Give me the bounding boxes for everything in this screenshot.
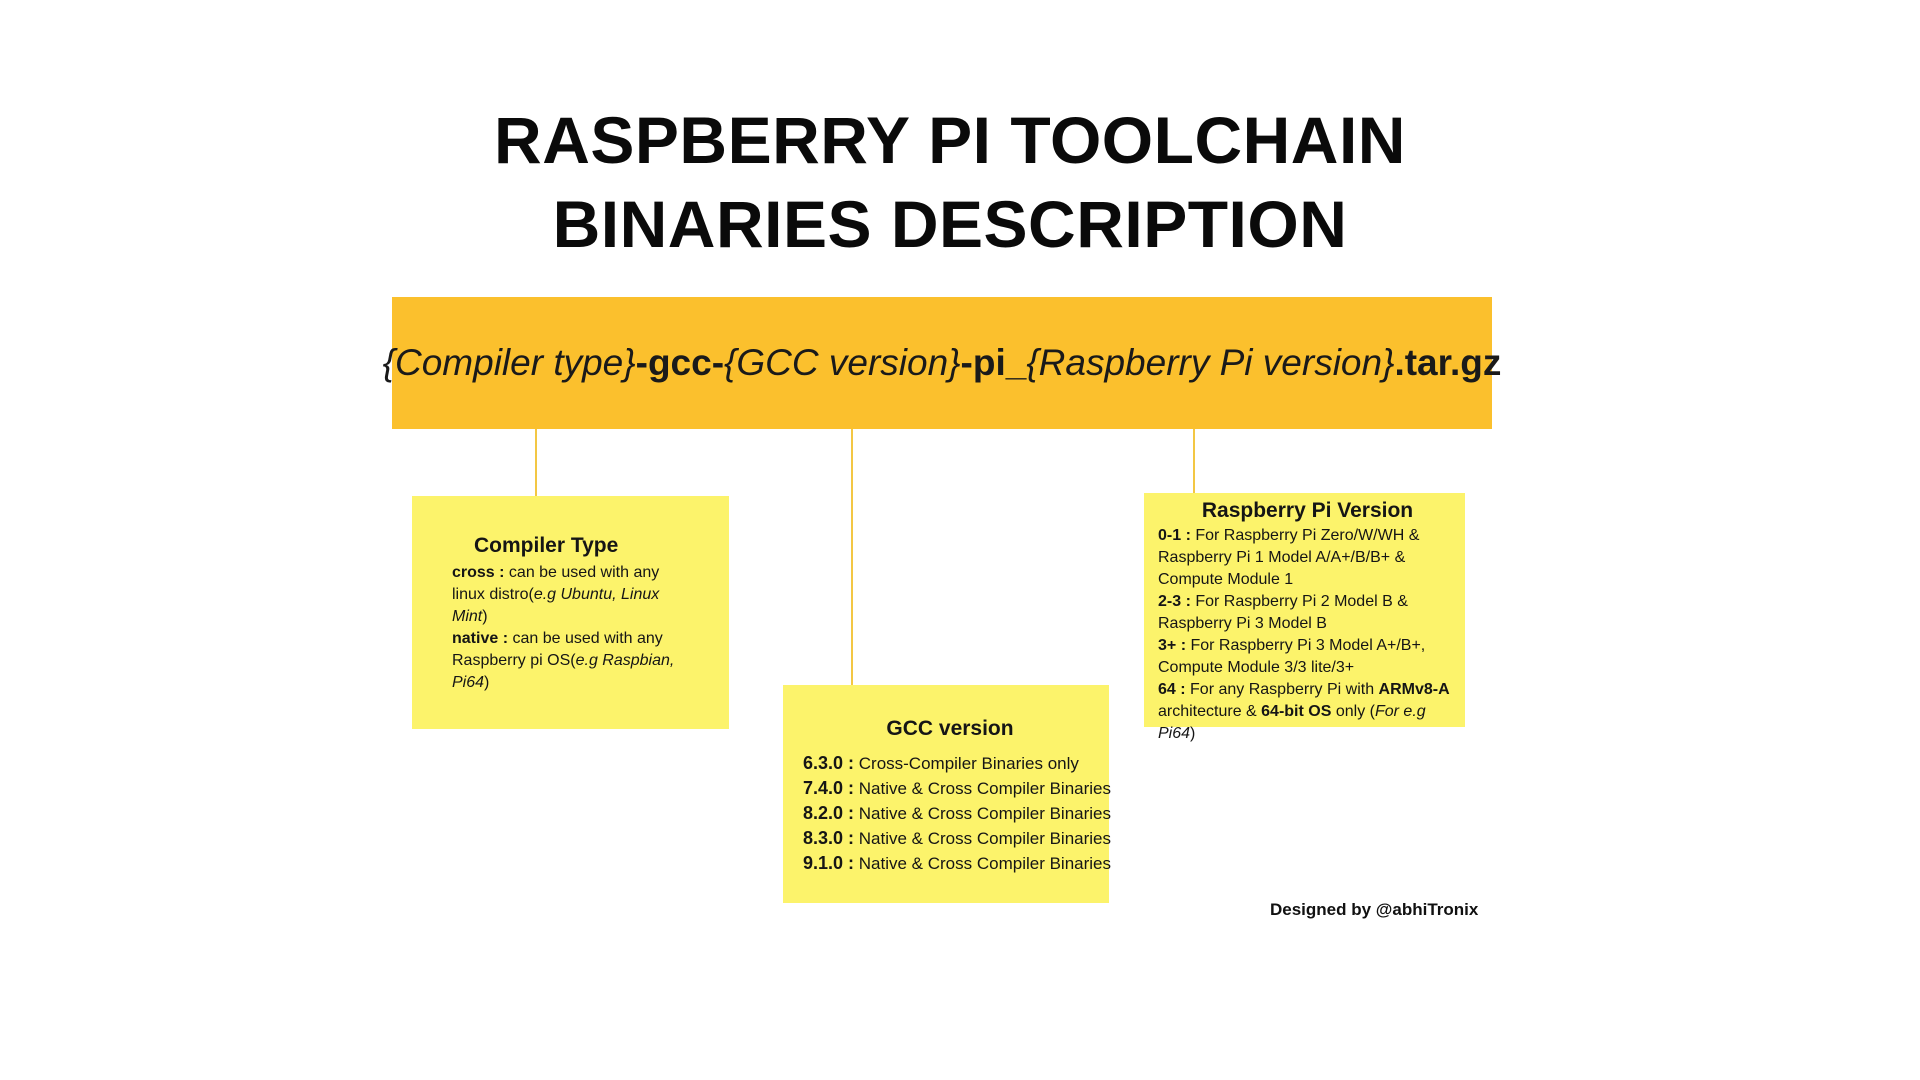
gcc-version-row: 7.4.0 : Native & Cross Compiler Binaries: [803, 776, 1111, 801]
gcc-version-number: 8.3.0 :: [803, 828, 855, 848]
rpi-version-text: For any Raspberry Pi with: [1185, 681, 1379, 698]
connector-gcc-version: [851, 429, 853, 685]
rpi-64bit-label: 64-bit OS: [1261, 703, 1332, 720]
native-key: native :: [452, 630, 509, 647]
rpi-version-text: For Raspberry Pi 3 Model A+/B+, Compute …: [1158, 637, 1426, 676]
cross-key: cross :: [452, 564, 505, 581]
compiler-type-title: Compiler Type: [474, 534, 619, 557]
rpi-version-key: 3+ :: [1158, 637, 1187, 654]
pattern-gcc-separator: -gcc-: [635, 342, 725, 383]
rpi-version-item: 3+ : For Raspberry Pi 3 Model A+/B+, Com…: [1158, 635, 1457, 679]
rpi-version-text: architecture &: [1158, 703, 1262, 720]
rpi-version-text: only (: [1331, 703, 1375, 720]
gcc-version-row: 6.3.0 : Cross-Compiler Binaries only: [803, 751, 1097, 776]
rpi-version-close: ): [1190, 725, 1196, 742]
rpi-version-text: For Raspberry Pi 2 Model B & Raspberry P…: [1158, 593, 1408, 632]
designer-credit: Designed by @abhiTronix: [1270, 900, 1479, 919]
rpi-version-key: 64 :: [1158, 681, 1186, 698]
pattern-compiler-type: {Compiler type}: [382, 342, 636, 383]
gcc-version-row: 8.2.0 : Native & Cross Compiler Binaries: [803, 801, 1111, 826]
rpi-version-box: Raspberry Pi Version 0-1 : For Raspberry…: [1144, 493, 1465, 742]
compiler-type-box: Compiler Type cross : can be used with a…: [412, 496, 729, 729]
pattern-extension: .tar.gz: [1394, 342, 1502, 383]
pattern-pi-separator: -pi_: [960, 342, 1027, 383]
cross-close: ): [482, 608, 488, 625]
gcc-version-title: GCC version: [886, 717, 1014, 740]
rpi-armv8-label: ARMv8-A: [1378, 681, 1450, 698]
rpi-version-key: 0-1 :: [1158, 527, 1191, 544]
rpi-version-key: 2-3 :: [1158, 593, 1191, 610]
gcc-version-desc: Native & Cross Compiler Binaries: [854, 804, 1111, 823]
compiler-type-cross: cross : can be used with any linux distr…: [452, 562, 691, 628]
title-line-1: RASPBERRY PI TOOLCHAIN: [494, 103, 1406, 177]
rpi-version-title: Raspberry Pi Version: [1201, 499, 1414, 522]
gcc-version-row: 9.1.0 : Native & Cross Compiler Binaries: [803, 851, 1111, 876]
title-line-2: BINARIES DESCRIPTION: [552, 187, 1348, 261]
pattern-rpi-version: {Raspberry Pi version}: [1026, 342, 1395, 383]
gcc-version-desc: Native & Cross Compiler Binaries: [854, 779, 1111, 798]
connector-rpi-version: [1193, 429, 1195, 493]
filename-pattern-banner: {Compiler type} -gcc- {GCC version} -pi_ {Ra…: [383, 297, 1501, 429]
rpi-version-text: For Raspberry Pi Zero/W/WH & Raspberry P…: [1158, 527, 1420, 588]
pattern-gcc-version: {GCC version}: [724, 342, 961, 383]
gcc-version-row: 8.3.0 : Native & Cross Compiler Binaries: [803, 826, 1111, 851]
gcc-version-number: 6.3.0 :: [803, 753, 855, 773]
connector-compiler-type: [535, 429, 537, 496]
gcc-version-number: 8.2.0 :: [803, 803, 855, 823]
gcc-version-desc: Native & Cross Compiler Binaries: [854, 829, 1111, 848]
gcc-version-desc: Cross-Compiler Binaries only: [854, 754, 1079, 773]
rpi-version-item: 2-3 : For Raspberry Pi 2 Model B & Raspb…: [1158, 591, 1457, 635]
gcc-version-desc: Native & Cross Compiler Binaries: [854, 854, 1111, 873]
compiler-type-native: native : can be used with any Raspberry …: [452, 628, 691, 694]
gcc-version-number: 7.4.0 :: [803, 778, 855, 798]
diagram-title: RASPBERRY PI TOOLCHAIN BINARIES DESCRIPT…: [0, 98, 1900, 266]
gcc-version-box: GCC version 6.3.0 : Cross-Compiler Binar…: [783, 685, 1111, 903]
gcc-version-number: 9.1.0 :: [803, 853, 855, 873]
rpi-version-item-64: 64 : For any Raspberry Pi with ARMv8-A a…: [1158, 679, 1457, 745]
native-close: ): [484, 674, 490, 691]
rpi-version-item: 0-1 : For Raspberry Pi Zero/W/WH & Raspb…: [1158, 525, 1457, 591]
